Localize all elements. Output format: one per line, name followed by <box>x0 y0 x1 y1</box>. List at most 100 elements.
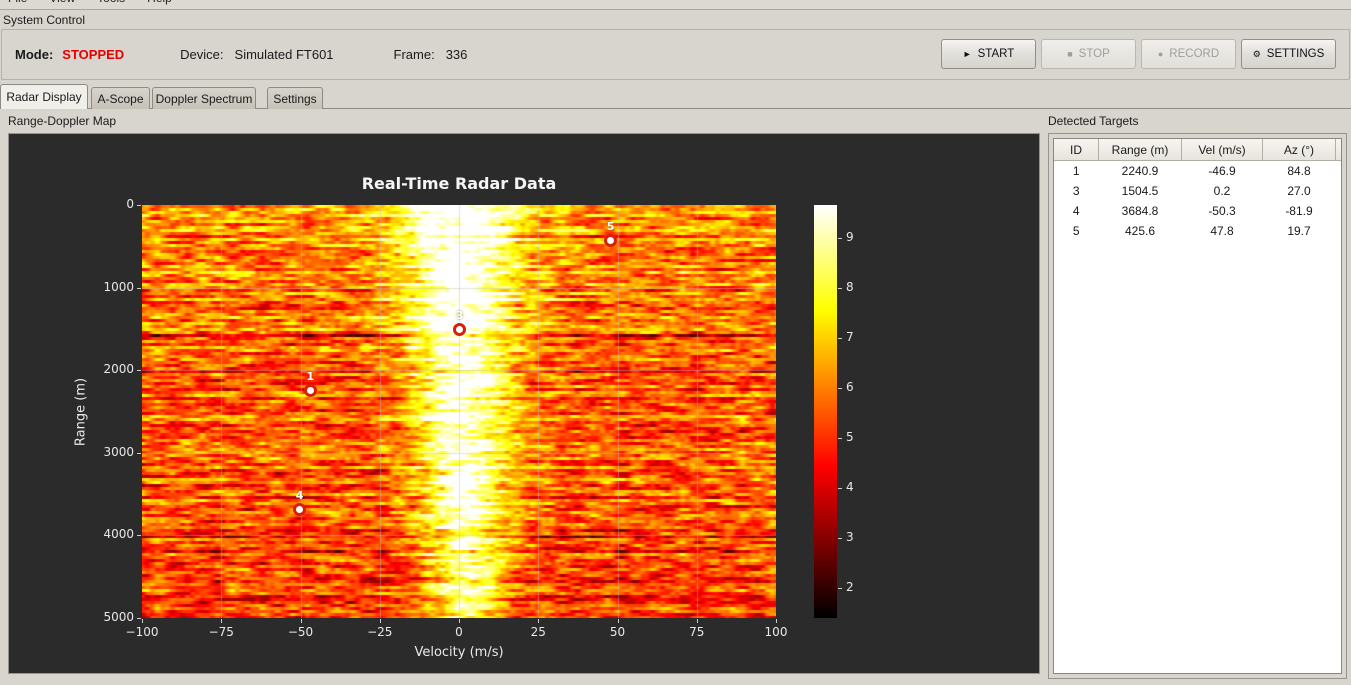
target-row[interactable]: 3 1504.5 0.2 27.0 <box>1054 181 1341 201</box>
stop-button-label: STOP <box>1078 48 1110 60</box>
col-header-id: ID <box>1054 139 1099 161</box>
gear-icon: ⚙ <box>1252 48 1261 59</box>
record-button-label: RECORD <box>1169 48 1220 60</box>
target-cell: 47.8 <box>1210 224 1234 238</box>
colorbar-tick-mark <box>838 337 842 339</box>
y-tick-label: 5000 <box>103 610 134 624</box>
x-tick-mark <box>142 619 143 623</box>
tab-radar-display[interactable]: Radar Display <box>0 84 88 109</box>
colorbar <box>814 205 837 618</box>
y-axis-label: Range (m) <box>73 377 89 446</box>
status-row: Mode: STOPPED Device: Simulated FT601 Fr… <box>15 30 467 79</box>
settings-button[interactable]: ⚙ SETTINGS <box>1241 39 1336 69</box>
x-tick-label: 50 <box>609 625 626 639</box>
range-doppler-map-label: Range-Doppler Map <box>8 114 117 128</box>
colorbar-tick-label: 2 <box>846 579 854 594</box>
menu-help[interactable]: Help <box>147 0 172 5</box>
target-cell: 19.7 <box>1287 224 1311 238</box>
x-tick-mark <box>617 619 619 623</box>
targets-table: ID Range (m) Vel (m/s) Az (°) 1 2240.9 -46.9 84… <box>1054 139 1342 241</box>
target-cell: 3 <box>1072 184 1080 198</box>
menu-view[interactable]: View <box>49 0 75 5</box>
y-tick-mark <box>137 370 141 372</box>
menu-bar: File View Tools Help <box>0 0 1351 10</box>
x-tick-label: −25 <box>367 625 393 639</box>
colorbar-tick-mark <box>838 537 842 539</box>
play-icon: ► <box>962 49 972 59</box>
x-tick-label: −75 <box>208 625 234 639</box>
colorbar-tick-label: 7 <box>846 329 854 344</box>
target-marker <box>604 233 618 247</box>
tab-settings[interactable]: Settings <box>267 87 323 109</box>
target-cell: 425.6 <box>1124 224 1156 238</box>
target-marker-label: 5 <box>606 220 615 234</box>
x-tick-label: 100 <box>764 625 788 639</box>
colorbar-tick-label: 3 <box>846 529 854 544</box>
y-tick-mark <box>137 205 141 206</box>
menu-file[interactable]: File <box>8 0 27 5</box>
targets-table-container: ID Range (m) Vel (m/s) Az (°) 1 2240.9 -46.9 84… <box>1053 138 1342 674</box>
y-tick-label: 4000 <box>103 527 134 542</box>
target-row[interactable]: 1 2240.9 -46.9 84.8 <box>1054 161 1342 182</box>
target-cell: 4 <box>1072 204 1080 218</box>
start-button[interactable]: ► START <box>941 39 1036 69</box>
record-icon: ● <box>1157 49 1164 59</box>
target-cell: 1 <box>1072 164 1080 178</box>
x-tick-mark <box>221 619 223 623</box>
y-tick-mark <box>137 535 141 537</box>
tab-doppler-spectrum[interactable]: Doppler Spectrum <box>152 87 256 109</box>
colorbar-tick-mark <box>838 287 842 289</box>
stop-button: ■ STOP <box>1041 39 1136 69</box>
target-marker-label: 4 <box>295 489 304 503</box>
app-window: File View Tools Help System Control Mode: S… <box>0 0 1351 685</box>
colorbar-tick-label: 6 <box>846 379 854 394</box>
target-cell <box>1336 161 1342 182</box>
detected-targets-panel: ID Range (m) Vel (m/s) Az (°) 1 2240.9 -46.9 84… <box>1048 133 1347 679</box>
x-tick-label: 0 <box>455 625 463 639</box>
target-cell: -50.3 <box>1208 204 1236 218</box>
y-tick-mark <box>137 618 141 619</box>
x-tick-label: 25 <box>530 625 546 639</box>
y-tick-label: 1000 <box>103 279 134 294</box>
range-doppler-plot: Real-Time Radar Data −100 −75 −50 −25 0 25 50 75… <box>8 133 1040 674</box>
colorbar-tick-mark <box>838 237 842 239</box>
y-tick-mark <box>137 287 141 289</box>
col-header-filler <box>1335 139 1341 161</box>
device-value: Simulated FT601 <box>234 47 334 62</box>
system-control-title: System Control <box>3 13 86 27</box>
stop-icon: ■ <box>1067 49 1073 59</box>
colorbar-tick-label: 9 <box>846 229 854 244</box>
control-buttons: ► START ■ STOP ● RECORD ⚙ SETTINGS <box>941 39 1336 69</box>
device-label: Device: <box>180 47 224 62</box>
x-tick-label: 75 <box>689 625 705 639</box>
y-tick-label: 0 <box>126 197 134 211</box>
target-cell: 2240.9 <box>1121 164 1159 178</box>
target-cell <box>1336 221 1342 241</box>
target-cell: 5 <box>1072 224 1080 238</box>
x-tick-mark <box>696 619 698 623</box>
target-cell: -81.9 <box>1285 204 1313 218</box>
x-tick-mark <box>776 619 777 623</box>
colorbar-tick-mark <box>838 587 842 589</box>
colorbar-tick-label: 5 <box>846 429 854 444</box>
y-tick-label: 3000 <box>103 444 134 459</box>
target-row[interactable]: 4 3684.8 -50.3 -81.9 <box>1054 201 1342 221</box>
colorbar-tick-mark <box>838 437 842 439</box>
frame-value: 336 <box>445 47 468 62</box>
target-row[interactable]: 5 425.6 47.8 19.7 <box>1054 221 1342 241</box>
y-tick-label: 2000 <box>103 362 134 377</box>
col-header-vel-m-s: Vel (m/s) <box>1181 139 1263 161</box>
target-marker <box>303 383 317 397</box>
tab-a-scope[interactable]: A-Scope <box>91 87 150 109</box>
menu-bar-items: File View Tools Help <box>8 0 172 5</box>
menu-tools[interactable]: Tools <box>97 0 125 5</box>
settings-button-label: SETTINGS <box>1266 48 1325 60</box>
target-cell <box>1336 201 1342 221</box>
mode-label: Mode: <box>15 47 54 62</box>
detected-targets-label: Detected Targets <box>1048 114 1139 128</box>
x-axis-label: Velocity (m/s) <box>414 645 504 660</box>
colorbar-tick-mark <box>838 487 842 489</box>
target-marker-label: 1 <box>306 370 315 384</box>
target-cell: 27.0 <box>1287 184 1311 198</box>
target-marker-label: 3 <box>455 309 464 323</box>
